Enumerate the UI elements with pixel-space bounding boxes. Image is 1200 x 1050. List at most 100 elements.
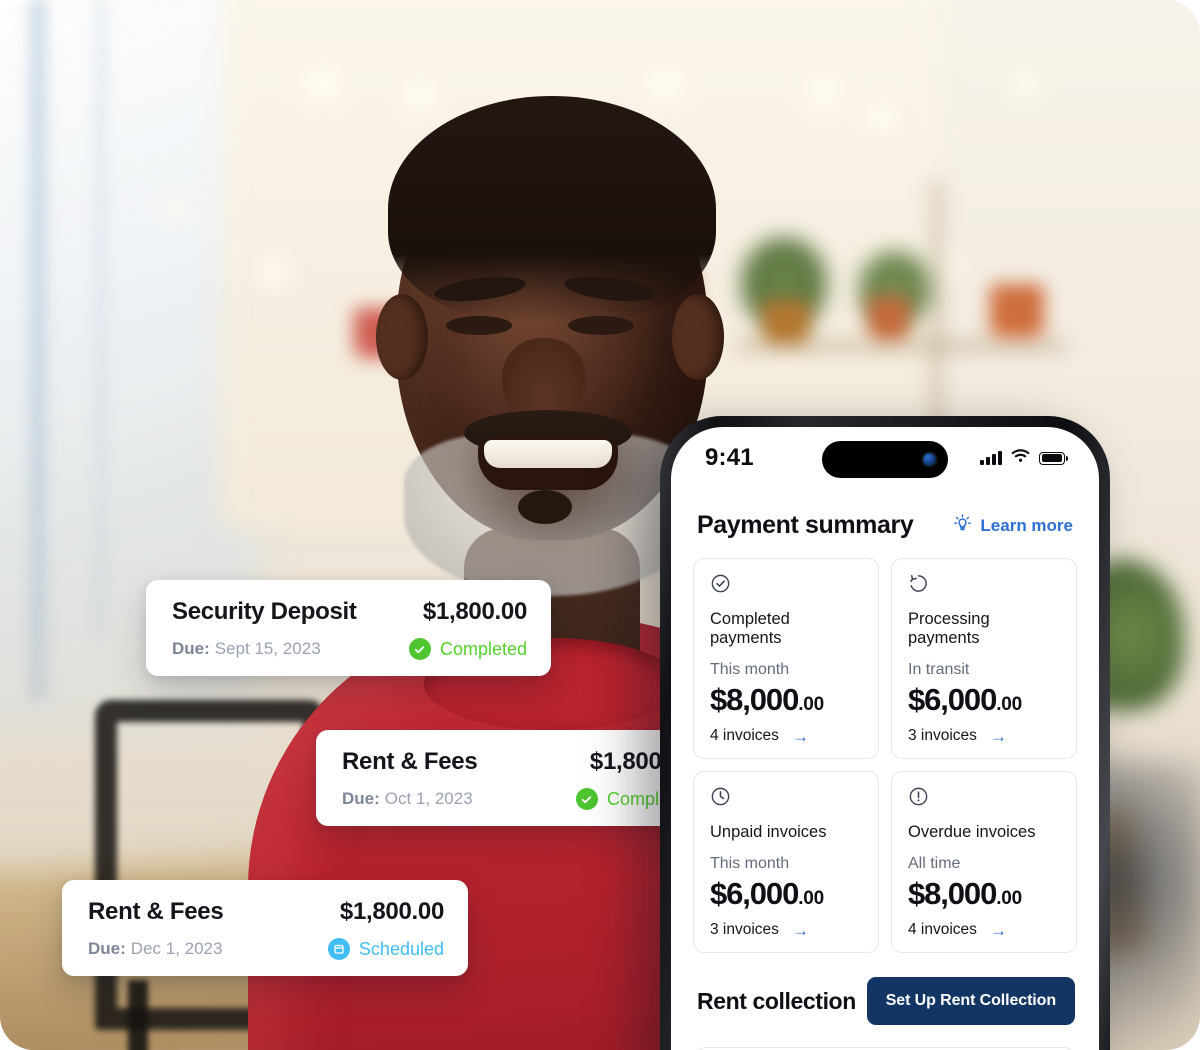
arrow-right-icon: → [791, 920, 809, 940]
bokeh-light [160, 190, 194, 224]
transaction-due: Due: Sept 15, 2023 [172, 639, 321, 659]
summary-card-unpaid-invoices[interactable]: Unpaid invoices This month $6,000.00 3 i… [693, 771, 879, 953]
status-badge: Scheduled [327, 938, 444, 960]
battery-icon [1039, 451, 1069, 465]
plant-pot [868, 296, 910, 340]
app-header: Payment summary Learn more [671, 489, 1099, 540]
amount-main: $8,000 [710, 682, 799, 717]
due-date: Oct 1, 2023 [384, 789, 473, 808]
amount-main: $8,000 [908, 876, 997, 911]
summary-card-amount: $6,000.00 [908, 682, 1062, 718]
summary-card-amount: $8,000.00 [710, 682, 864, 718]
summary-cards-grid: Completed payments This month $8,000.00 … [671, 540, 1099, 953]
lightbulb-icon [953, 513, 972, 538]
check-circle-icon [408, 638, 431, 660]
mouth [478, 436, 618, 490]
status-label: Completed [439, 638, 527, 659]
set-up-rent-collection-button[interactable]: Set Up Rent Collection [866, 977, 1075, 1025]
transaction-amount: $1,800.00 [422, 598, 527, 625]
page-title: Payment summary [697, 511, 914, 539]
summary-card-name: Overdue invoices [908, 823, 1036, 841]
summary-card-name: Processing payments [908, 610, 990, 647]
hero-image-stage: Security Deposit $1,800.00 Due: Sept 15, … [0, 0, 1200, 1050]
transaction-card-top-row: Rent & Fees $1,800.00 [342, 748, 694, 776]
window-mullion-secondary [96, 0, 106, 640]
transaction-card-bottom-row: Due: Oct 1, 2023 Completed [342, 788, 694, 810]
summary-card-footer[interactable]: 3 invoices → [908, 727, 1062, 745]
transaction-title: Security Deposit [172, 598, 357, 625]
transaction-card[interactable]: Rent & Fees $1,800.00 Due: Dec 1, 2023 Sc… [62, 880, 468, 976]
arrow-right-icon: → [989, 726, 1007, 746]
amount-main: $6,000 [908, 682, 997, 717]
arrow-right-icon: → [989, 920, 1007, 940]
eye-right [568, 316, 634, 335]
front-camera-icon [923, 453, 936, 466]
transaction-due: Due: Dec 1, 2023 [88, 939, 222, 959]
processing-circle-icon [908, 573, 1062, 599]
amount-main: $6,000 [710, 876, 799, 911]
summary-card-period: In transit [908, 661, 970, 678]
clock-circle-icon [710, 786, 864, 812]
status-label: Scheduled [358, 938, 444, 959]
transaction-amount: $1,800.00 [339, 898, 444, 925]
transaction-title: Rent & Fees [342, 748, 478, 775]
summary-card-footer[interactable]: 4 invoices → [710, 727, 864, 745]
transaction-title: Rent & Fees [88, 898, 224, 925]
transaction-card-bottom-row: Due: Dec 1, 2023 Scheduled [88, 938, 444, 960]
invoice-count: 3 invoices [908, 727, 977, 744]
signal-bars-icon [980, 451, 1002, 465]
summary-card-period: All time [908, 855, 961, 872]
check-circle-icon [710, 573, 864, 599]
status-badge: Completed [408, 638, 527, 660]
summary-card-amount: $8,000.00 [908, 876, 1062, 912]
status-bar-time: 9:41 [705, 444, 754, 471]
ear-right [672, 294, 724, 380]
chair-leg [128, 980, 148, 1050]
bokeh-light [862, 96, 904, 138]
calendar-circle-icon [327, 938, 350, 960]
invoice-count: 3 invoices [710, 921, 779, 938]
summary-card-processing-payments[interactable]: Processing payments In transit $6,000.00… [891, 558, 1077, 759]
due-date: Sept 15, 2023 [214, 639, 321, 658]
rent-collection-row: Rent collection Set Up Rent Collection [671, 953, 1099, 1025]
summary-card-period: This month [710, 855, 790, 872]
amount-cents: .00 [996, 694, 1023, 715]
soul-patch [518, 490, 572, 524]
summary-card-completed-payments[interactable]: Completed payments This month $8,000.00 … [693, 558, 879, 759]
phone-status-bar: 9:41 [671, 427, 1099, 489]
window-mullion [30, 0, 46, 700]
check-circle-icon [575, 788, 598, 810]
dynamic-island [822, 441, 948, 478]
bokeh-light [1006, 64, 1044, 102]
transaction-due: Due: Oct 1, 2023 [342, 789, 473, 809]
learn-more-label: Learn more [980, 515, 1073, 535]
transaction-card-bottom-row: Due: Sept 15, 2023 Completed [172, 638, 527, 660]
amount-cents: .00 [798, 888, 825, 909]
status-bar-indicators [980, 448, 1069, 468]
due-label: Due: [88, 939, 126, 958]
transaction-card-top-row: Security Deposit $1,800.00 [172, 598, 527, 626]
plant-pot [990, 284, 1044, 338]
teeth [484, 440, 612, 468]
transaction-card-top-row: Rent & Fees $1,800.00 [88, 898, 444, 926]
summary-card-amount: $6,000.00 [710, 876, 864, 912]
summary-card-overdue-invoices[interactable]: Overdue invoices All time $8,000.00 4 in… [891, 771, 1077, 953]
due-date: Dec 1, 2023 [130, 939, 223, 958]
phone-screen: 9:41 Payment summary Learn more Complete… [671, 427, 1099, 1050]
summary-card-name: Completed payments [710, 610, 790, 647]
arrow-right-icon: → [791, 726, 809, 746]
summary-card-footer[interactable]: 4 invoices → [908, 921, 1062, 939]
invoice-count: 4 invoices [908, 921, 977, 938]
due-label: Due: [172, 639, 210, 658]
transaction-card[interactable]: Rent & Fees $1,800.00 Due: Oct 1, 2023 Co… [316, 730, 718, 826]
invoice-count: 4 invoices [710, 727, 779, 744]
summary-card-period: This month [710, 661, 790, 678]
learn-more-link[interactable]: Learn more [953, 513, 1073, 538]
amount-cents: .00 [798, 694, 825, 715]
transaction-card[interactable]: Security Deposit $1,800.00 Due: Sept 15, … [146, 580, 551, 676]
hair [388, 96, 716, 322]
rent-collection-title: Rent collection [697, 987, 856, 1014]
summary-card-footer[interactable]: 3 invoices → [710, 921, 864, 939]
alert-circle-icon [908, 786, 1062, 812]
eye-left [446, 316, 512, 335]
